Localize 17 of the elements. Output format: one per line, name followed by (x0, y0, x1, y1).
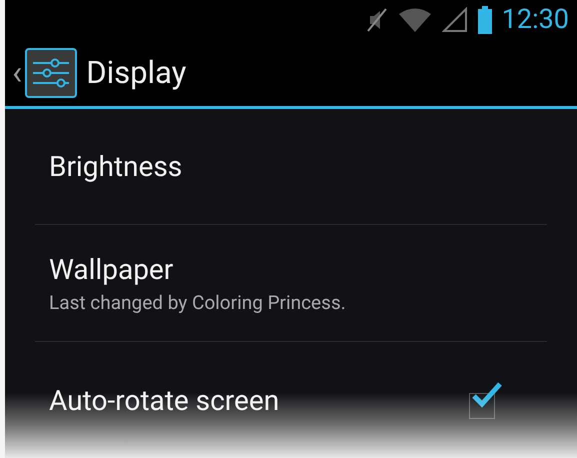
check-icon (472, 381, 502, 409)
screen-title: Display (86, 52, 186, 93)
mute-icon (366, 6, 388, 33)
checkbox[interactable] (469, 381, 503, 419)
settings-row[interactable]: Wallpaper Last changed by Coloring Princess. (35, 225, 547, 342)
status-time: 12:30 (502, 6, 569, 34)
setting-title: Auto-rotate screen (49, 382, 280, 418)
battery-icon (478, 6, 492, 34)
settings-sliders-icon (25, 48, 78, 98)
settings-row[interactable]: Brightness (35, 109, 547, 225)
setting-summary: Last changed by Coloring Princess. (49, 290, 346, 314)
setting-title: Brightness (49, 149, 182, 184)
up-button[interactable]: ‹ (5, 40, 78, 106)
wifi-icon (398, 6, 432, 33)
setting-title: Wallpaper (49, 252, 174, 287)
settings-row[interactable]: Auto-rotate screen (35, 342, 547, 458)
signal-icon (442, 6, 468, 33)
